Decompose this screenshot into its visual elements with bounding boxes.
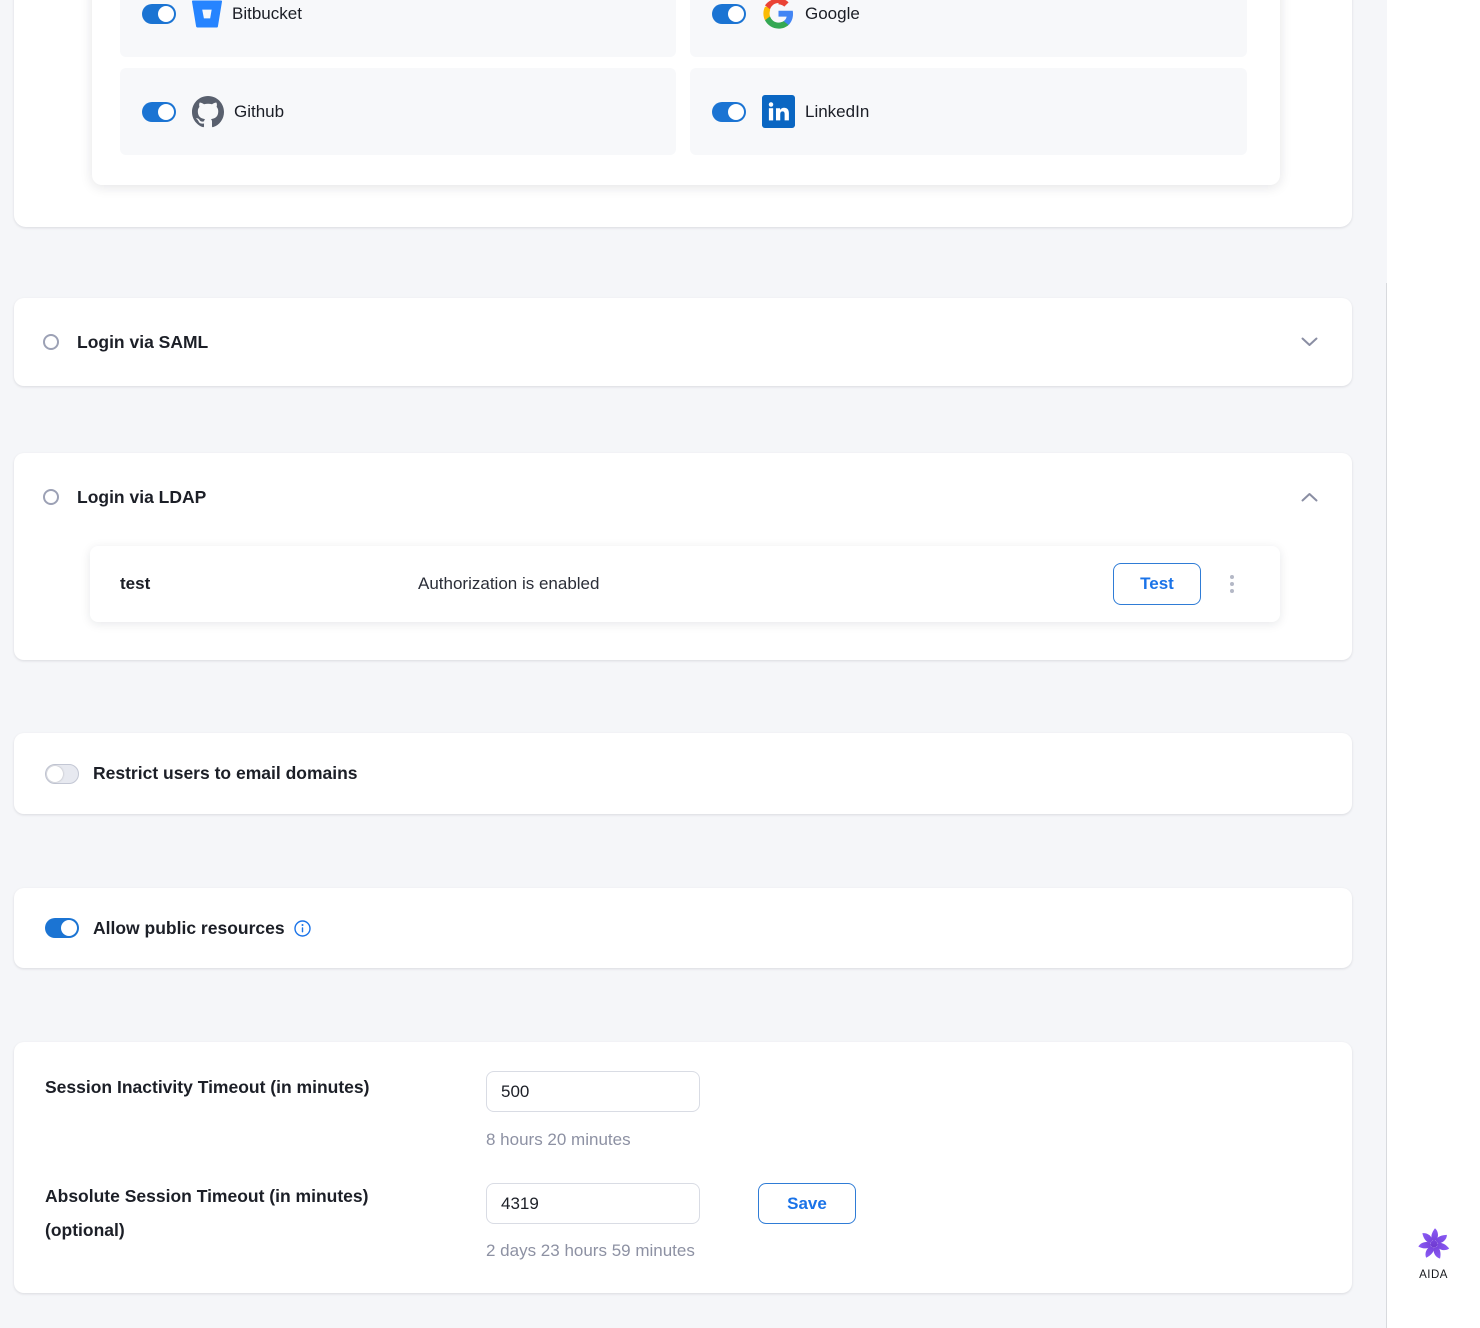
kebab-menu-icon[interactable]: [1224, 569, 1240, 599]
ldap-connection-status: Authorization is enabled: [418, 574, 599, 594]
restrict-domains-label: Restrict users to email domains: [93, 763, 358, 784]
settings-page: Bitbucket Google Github: [0, 0, 1480, 1328]
saml-title: Login via SAML: [77, 332, 208, 353]
absolute-timeout-optional-text: (optional): [45, 1220, 125, 1240]
ldap-card: Login via LDAP test Authorization is ena…: [14, 453, 1352, 660]
linkedin-toggle[interactable]: [712, 102, 746, 122]
linkedin-icon: [762, 95, 795, 128]
vertical-divider: [1386, 283, 1387, 1328]
provider-label: LinkedIn: [805, 102, 869, 122]
provider-tile-github: Github: [120, 68, 676, 155]
github-toggle[interactable]: [142, 102, 176, 122]
session-settings-card: Session Inactivity Timeout (in minutes) …: [14, 1042, 1352, 1293]
restrict-domains-card: Restrict users to email domains: [14, 733, 1352, 814]
absolute-timeout-input[interactable]: [486, 1183, 700, 1224]
saml-radio[interactable]: [43, 334, 59, 350]
restrict-domains-toggle[interactable]: [45, 764, 79, 784]
save-button[interactable]: Save: [758, 1183, 856, 1224]
ldap-title: Login via LDAP: [77, 487, 206, 508]
test-button[interactable]: Test: [1113, 563, 1201, 605]
bitbucket-icon: [192, 0, 222, 29]
saml-header[interactable]: Login via SAML: [14, 298, 1352, 386]
toggle-knob: [61, 920, 77, 936]
toggle-knob: [158, 6, 174, 22]
toggle-knob: [728, 6, 744, 22]
provider-label: Google: [805, 4, 860, 24]
github-icon: [192, 96, 224, 128]
google-icon: [762, 0, 795, 30]
absolute-timeout-helper: 2 days 23 hours 59 minutes: [486, 1241, 695, 1261]
chevron-up-icon[interactable]: [1301, 492, 1318, 502]
provider-tile-linkedin: LinkedIn: [690, 68, 1247, 155]
ldap-connection-name: test: [120, 574, 150, 594]
info-icon[interactable]: [294, 920, 311, 937]
aida-flower-icon: [1418, 1228, 1450, 1265]
chevron-down-icon[interactable]: [1301, 337, 1318, 347]
ldap-radio[interactable]: [43, 489, 59, 505]
provider-label: Github: [234, 102, 284, 122]
inactivity-timeout-label: Session Inactivity Timeout (in minutes): [45, 1070, 369, 1104]
inactivity-timeout-helper: 8 hours 20 minutes: [486, 1130, 631, 1150]
provider-label: Bitbucket: [232, 4, 302, 24]
absolute-timeout-label-text: Absolute Session Timeout (in minutes): [45, 1186, 368, 1206]
inactivity-timeout-input[interactable]: [486, 1071, 700, 1112]
aida-label: AIDA: [1419, 1269, 1448, 1281]
public-resources-label: Allow public resources: [93, 918, 285, 939]
provider-tile-google: Google: [690, 0, 1247, 57]
absolute-timeout-label: Absolute Session Timeout (in minutes) (o…: [45, 1179, 465, 1247]
right-rail: [1387, 0, 1480, 1328]
public-resources-card: Allow public resources: [14, 888, 1352, 968]
saml-card: Login via SAML: [14, 298, 1352, 386]
ldap-connection-row: test Authorization is enabled Test: [90, 546, 1280, 622]
aida-widget[interactable]: AIDA: [1387, 1228, 1480, 1281]
provider-tile-bitbucket: Bitbucket: [120, 0, 676, 57]
google-toggle[interactable]: [712, 4, 746, 24]
public-resources-toggle[interactable]: [45, 918, 79, 938]
toggle-knob: [158, 104, 174, 120]
toggle-knob: [47, 766, 63, 782]
ldap-header[interactable]: Login via LDAP: [14, 453, 1352, 541]
toggle-knob: [728, 104, 744, 120]
bitbucket-toggle[interactable]: [142, 4, 176, 24]
